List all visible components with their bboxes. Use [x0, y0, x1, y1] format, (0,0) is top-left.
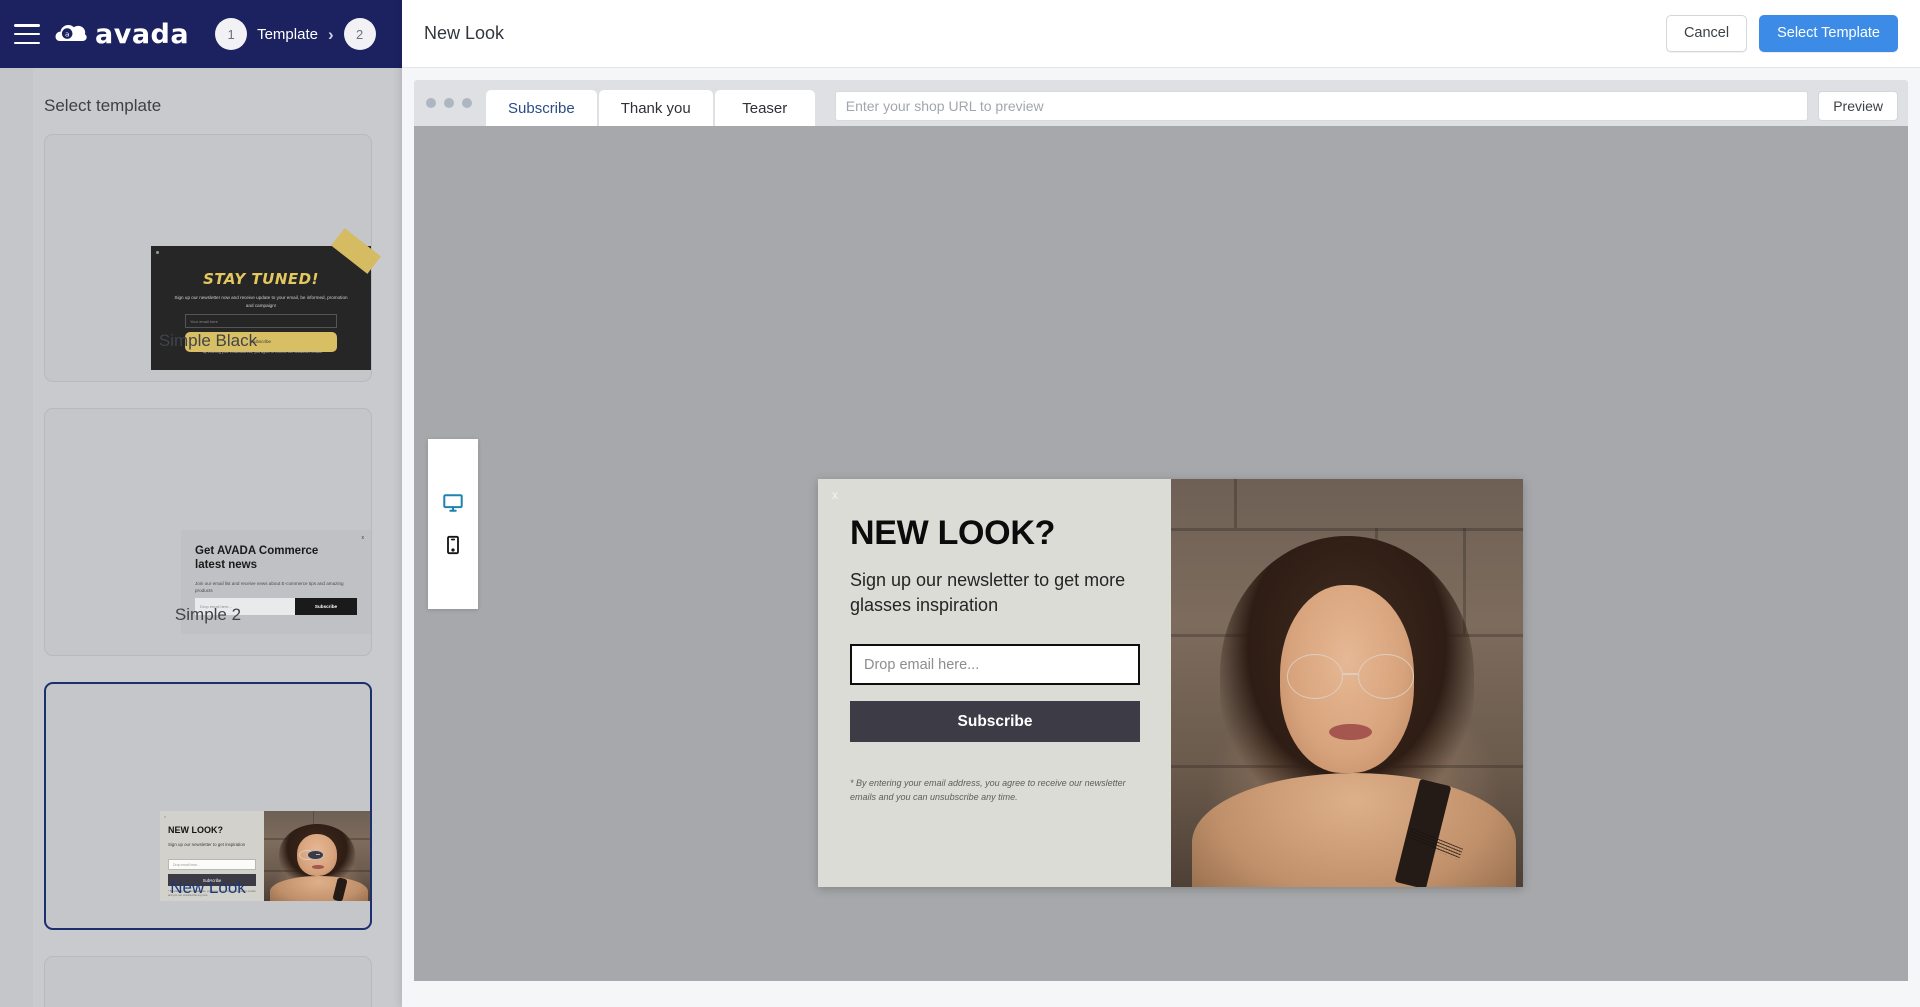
brick-line: [1171, 527, 1523, 531]
template-card-label: Simple Black: [158, 331, 258, 350]
portrait-artwork: [1171, 479, 1523, 887]
window-dot-icon: [462, 98, 472, 108]
tab-subscribe[interactable]: Subscribe: [486, 90, 597, 126]
template-thumbnail-simple-black: STAY TUNED! Sign up our newsletter now a…: [151, 228, 381, 370]
window-dot-icon: [444, 98, 454, 108]
panel-title: Select template: [44, 96, 162, 115]
newsletter-popup: x NEW LOOK? Sign up our newsletter to ge…: [818, 479, 1523, 887]
thumb-body: Join our email list and receive news abo…: [195, 581, 344, 594]
brick-line: [1234, 479, 1238, 528]
hamburger-menu-icon[interactable]: [14, 24, 40, 44]
template-list-panel: Select template STAY TUNED! Sign up our …: [0, 68, 402, 1007]
popup-image-column: [1171, 479, 1523, 887]
popup-email-input[interactable]: [850, 644, 1140, 686]
brand-wordmark: avada: [95, 18, 190, 50]
tape-decoration: [331, 228, 381, 274]
svg-text:a: a: [65, 30, 69, 39]
lens-left: [1287, 654, 1343, 700]
lip-shape: [1329, 723, 1372, 741]
step-badge-1[interactable]: 1: [215, 18, 248, 50]
thumb-heading: Get AVADA Commerce latest news: [195, 545, 319, 572]
step-badge-2[interactable]: 2: [343, 18, 376, 50]
mobile-icon[interactable]: [441, 533, 465, 557]
preview-browser-chrome: Subscribe Thank you Teaser Preview: [414, 80, 1908, 126]
cancel-button[interactable]: Cancel: [1665, 15, 1748, 52]
window-dots: [426, 80, 486, 126]
lens-bridge: [1342, 673, 1359, 675]
lip-shape: [311, 865, 325, 869]
shop-url-input[interactable]: [834, 91, 1809, 121]
url-bar: Preview: [817, 91, 1898, 126]
thumb-email-input: Your email here: [185, 314, 337, 328]
avada-cloud-icon: a: [54, 21, 88, 47]
lens-right: [1358, 654, 1414, 700]
thumb-close-icon: x: [164, 814, 166, 819]
tab-thank-you[interactable]: Thank you: [598, 90, 713, 126]
modal-title: New Look: [424, 23, 505, 43]
popup-content-column: x NEW LOOK? Sign up our newsletter to ge…: [818, 479, 1171, 887]
lens-bridge: [315, 853, 321, 856]
step-label-template[interactable]: Template: [257, 26, 318, 43]
template-card-partial[interactable]: [44, 956, 372, 1007]
thumb-email-input: Drop email here...: [168, 859, 256, 870]
popup-subheading: Sign up our newsletter to get more glass…: [850, 570, 1126, 616]
avada-logo: a avada: [54, 21, 189, 48]
template-card-simple-black[interactable]: STAY TUNED! Sign up our newsletter now a…: [44, 134, 381, 382]
window-dot-icon: [426, 98, 436, 108]
desktop-icon[interactable]: [441, 491, 465, 515]
popup-heading: NEW LOOK?: [850, 514, 1056, 552]
select-template-button[interactable]: Select Template: [1759, 15, 1898, 52]
thumb-body: Sign up our newsletter to get inspiratio…: [168, 842, 246, 847]
brick-line: [1463, 527, 1467, 635]
thumb-body: Sign up our newsletter now and receive u…: [174, 295, 348, 308]
tab-teaser[interactable]: Teaser: [714, 90, 815, 126]
template-card-simple-2[interactable]: x Get AVADA Commerce latest news Join ou…: [44, 408, 372, 656]
template-card-label: New Look: [170, 878, 246, 897]
preview-button[interactable]: Preview: [1818, 91, 1898, 121]
close-dot-icon: [156, 251, 159, 254]
popup-fine-print: * By entering your email address, you ag…: [850, 778, 1126, 803]
thumb-heading: NEW LOOK?: [168, 825, 223, 835]
device-switcher: [428, 439, 478, 609]
preview-canvas: x NEW LOOK? Sign up our newsletter to ge…: [414, 126, 1908, 981]
template-list-inner: Select template STAY TUNED! Sign up our …: [33, 68, 402, 1007]
close-icon[interactable]: x: [832, 489, 838, 501]
modal-header-actions: Cancel Select Template: [1665, 15, 1898, 52]
template-preview-modal: New Look Cancel Select Template Subscrib…: [402, 0, 1920, 1007]
shoulder-shape: [1192, 772, 1516, 887]
top-navigation-bar: a avada 1 Template › 2: [0, 0, 402, 68]
thumb-heading: STAY TUNED!: [203, 270, 319, 288]
glasses-shape: [1287, 654, 1414, 700]
chevron-right-icon: ›: [327, 24, 334, 44]
glasses-shape: [298, 849, 337, 860]
thumb-email-placeholder: Your email here: [190, 319, 218, 324]
template-card-label: Simple 2: [174, 605, 242, 624]
template-card-new-look[interactable]: x NEW LOOK? Sign up our newsletter to ge…: [44, 682, 372, 930]
popup-subscribe-button[interactable]: Subscribe: [850, 701, 1140, 743]
breadcrumb: 1 Template › 2: [215, 18, 376, 50]
preview-area: Subscribe Thank you Teaser Preview: [402, 68, 1920, 1007]
thumb-close-icon: x: [361, 535, 365, 541]
modal-header: New Look Cancel Select Template: [402, 0, 1920, 68]
